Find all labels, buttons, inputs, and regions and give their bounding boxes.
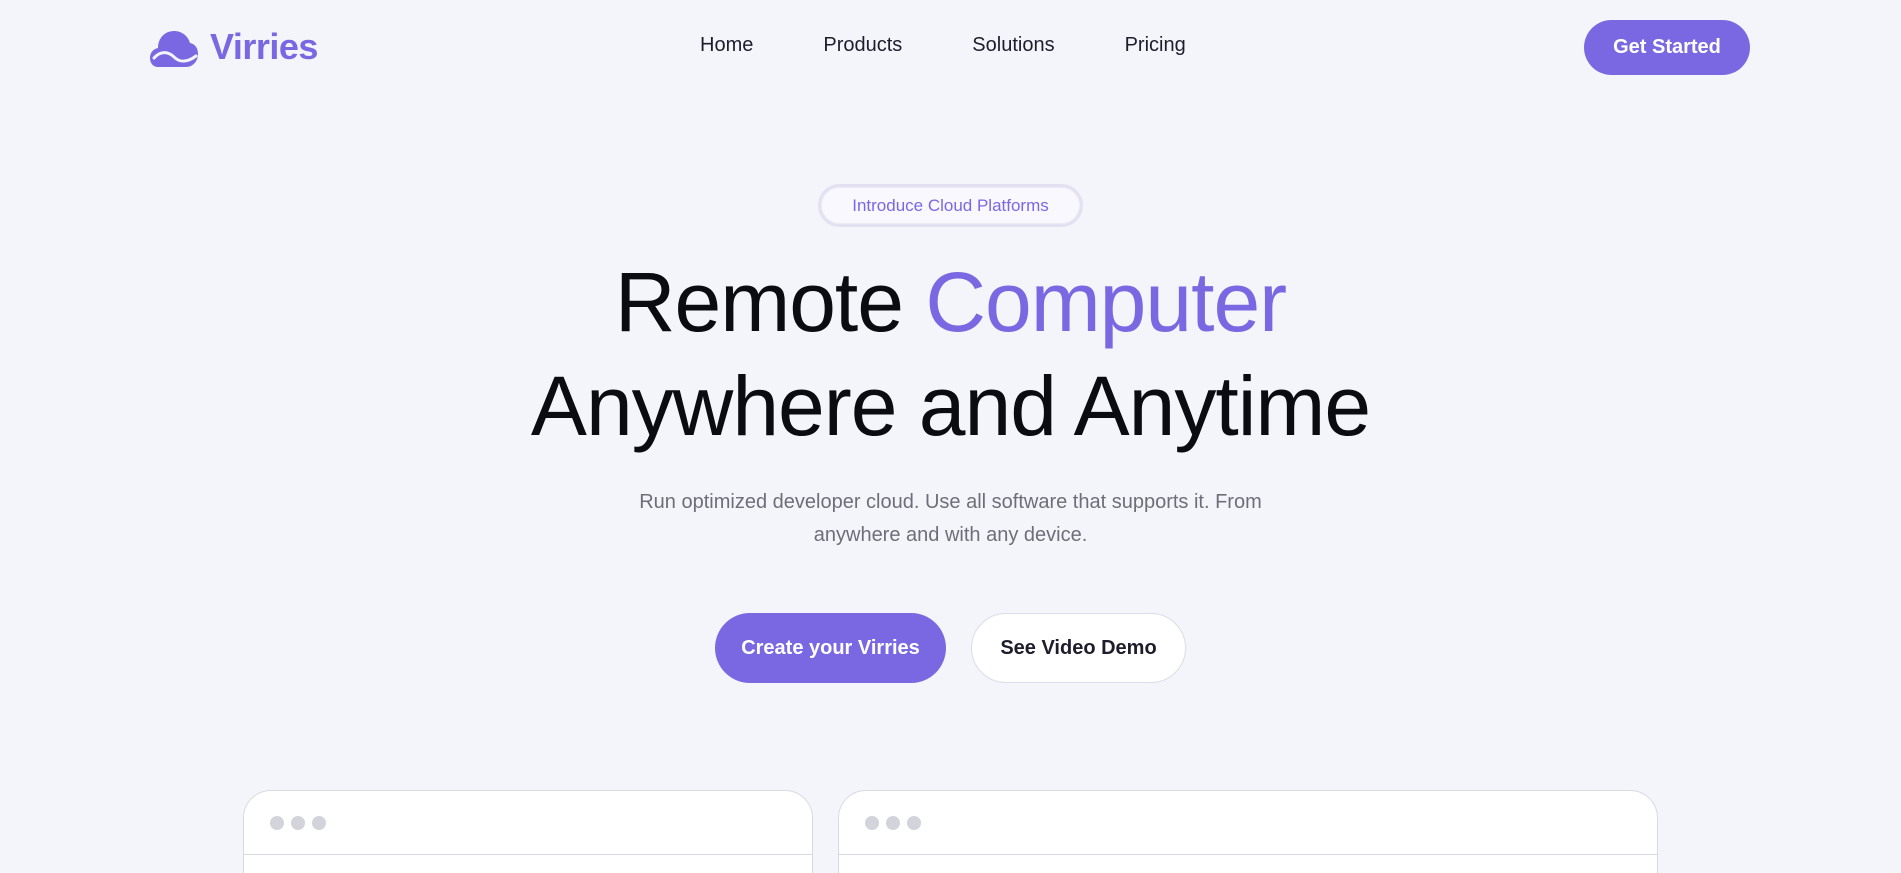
window-dot (907, 815, 921, 830)
nav-item-home[interactable]: Home (700, 30, 753, 61)
window-dot (291, 815, 305, 830)
video-demo-button[interactable]: See Video Demo (971, 613, 1186, 683)
window-dot (865, 815, 879, 830)
preview-window-left (243, 790, 813, 873)
get-started-button[interactable]: Get Started (1584, 20, 1750, 75)
cloud-icon (150, 31, 198, 67)
brand-name: Virries (210, 26, 318, 67)
brand-logo[interactable]: Virries (150, 24, 318, 70)
nav-item-solutions[interactable]: Solutions (972, 30, 1054, 61)
preview-window-right (838, 790, 1658, 873)
window-dot (312, 815, 326, 830)
hero-headline: Remote Computer Anywhere and Anytime (0, 250, 1901, 458)
headline-line-1: Remote Computer (0, 250, 1901, 354)
headline-line-2: Anywhere and Anytime (530, 359, 1371, 453)
window-dot (886, 815, 900, 830)
intro-badge: Introduce Cloud Platforms (818, 184, 1083, 227)
landing-page: Virries Home Products Solutions Pricing … (0, 0, 1901, 873)
headline-part-1: Remote (614, 255, 926, 349)
window-titlebar (244, 791, 812, 855)
nav-item-pricing[interactable]: Pricing (1125, 30, 1186, 61)
site-header: Virries Home Products Solutions Pricing … (0, 0, 1901, 94)
headline-accent: Computer (925, 255, 1287, 349)
main-nav: Home Products Solutions Pricing (700, 30, 1186, 61)
window-dot (270, 815, 284, 830)
create-virries-button[interactable]: Create your Virries (715, 613, 946, 683)
window-titlebar (839, 791, 1657, 855)
nav-item-products[interactable]: Products (823, 30, 902, 61)
hero-subtitle: Run optimized developer cloud. Use all s… (639, 491, 1262, 546)
